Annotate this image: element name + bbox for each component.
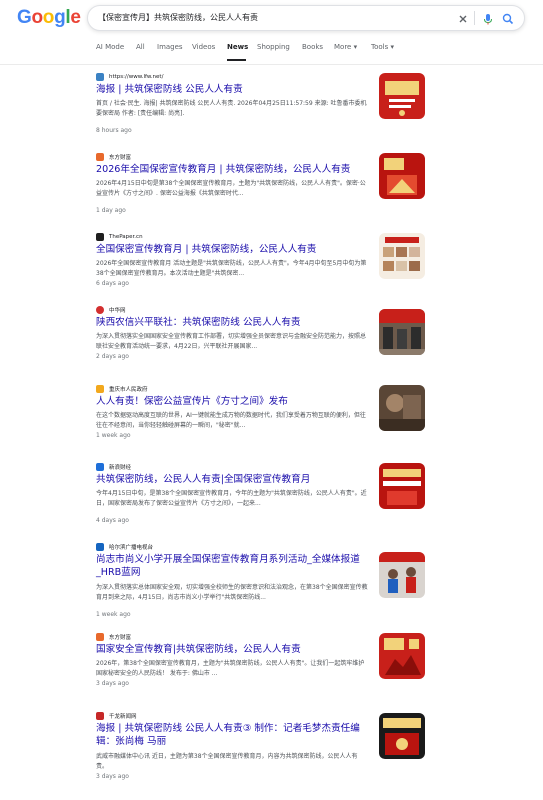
tab-shopping[interactable]: Shopping: [257, 43, 290, 51]
tab-all[interactable]: All: [136, 43, 145, 51]
tab-ai-mode[interactable]: AI Mode: [96, 43, 124, 51]
search-tabs: AI Mode All Images Videos News Shopping …: [0, 40, 543, 64]
result-title[interactable]: 全国保密宣传教育月 | 共筑保密防线，公民人人有责: [96, 243, 368, 256]
result-snippet: 2026年4月15日中旬是第38个全国保密宣传教育月，主题为"共筑保密防线，公民…: [96, 180, 366, 197]
result-age: 2 days ago: [96, 353, 129, 360]
result-thumbnail[interactable]: [379, 713, 425, 759]
result-title[interactable]: 共筑保密防线，公民人人有责|全国保密宣传教育月: [96, 473, 368, 486]
result-snippet: 2026年全国保密宣传教育月 活动主题是"共筑保密防线，公民人人有责"。今年4月…: [96, 260, 367, 277]
result-thumbnail[interactable]: [379, 73, 425, 119]
result-source[interactable]: 新浪财经: [96, 462, 131, 472]
site-favicon-icon: [96, 633, 104, 641]
tab-more[interactable]: More ▾: [334, 43, 357, 51]
result-age: 3 days ago: [96, 773, 129, 780]
result-title[interactable]: 陕西农信兴平联社：共筑保密防线 公民人人有责: [96, 316, 368, 329]
result-age: 1 week ago: [96, 611, 131, 618]
result-title[interactable]: 海报 | 共筑保密防线 公民人人有责③ 制作：记者毛梦杰责任编辑：张尚梅 马丽: [96, 722, 368, 748]
google-logo[interactable]: Google: [17, 7, 81, 29]
result-age: 8 hours ago: [96, 127, 132, 134]
result-thumbnail[interactable]: [379, 633, 425, 679]
result-snippet: 为深入贯彻落实总体国家安全观，切实增强全校师生的保密意识和法治观念，在第38个全…: [96, 584, 368, 601]
site-favicon-icon: [96, 233, 104, 241]
result-snippet: 为深入贯彻落实全国国家安全宣传教育工作部署，切实增强全员保密意识与金融安全防范能…: [96, 333, 367, 350]
site-favicon-icon: [96, 543, 104, 551]
result-source[interactable]: 中华网: [96, 305, 126, 315]
result-source[interactable]: 哈尔滨广播电视台: [96, 542, 153, 552]
clear-icon[interactable]: [456, 11, 470, 25]
result-title[interactable]: 2026年全国保密宣传教育月 | 共筑保密防线，公民人人有责: [96, 163, 368, 176]
result-thumbnail[interactable]: [379, 233, 425, 279]
result-snippet: 今年4月15日中旬，是第38个全国保密宣传教育月，今年的主题为"共筑保密防线，公…: [96, 490, 367, 507]
result-snippet: 2026年，第38个全国保密宣传教育月，主题为"共筑保密防线，公民人人有责"。让…: [96, 660, 365, 677]
result-snippet: 武威市融媒体中心讯 近日，主题为第38个全国保密宣传教育月，内容为共筑保密防线，…: [96, 753, 358, 770]
result-age: 4 days ago: [96, 517, 129, 524]
result-thumbnail[interactable]: [379, 552, 425, 598]
result-title[interactable]: 人人有责！保密公益宣传片《方寸之间》发布: [96, 395, 368, 408]
result-source[interactable]: 东方财富: [96, 632, 131, 642]
site-favicon-icon: [96, 153, 104, 161]
result-age: 6 days ago: [96, 280, 129, 287]
result-age: 1 day ago: [96, 207, 126, 214]
search-divider: [474, 11, 475, 25]
result-thumbnail[interactable]: [379, 309, 425, 355]
result-age: 1 week ago: [96, 432, 131, 439]
microphone-icon[interactable]: [481, 11, 495, 25]
site-favicon-icon: [96, 385, 104, 393]
result-title[interactable]: 国家安全宣传教育|共筑保密防线，公民人人有责: [96, 643, 368, 656]
result-thumbnail[interactable]: [379, 385, 425, 431]
site-favicon-icon: [96, 73, 104, 81]
active-tab-indicator: [227, 59, 246, 61]
result-thumbnail[interactable]: [379, 153, 425, 199]
search-box[interactable]: 【保密宣传月】共筑保密防线，公民人人有责: [87, 5, 525, 31]
result-snippet: 在这个数据驱动高度互联的世界，AI一键就能生成万物的数据时代，我们享受着万物互联…: [96, 412, 366, 429]
result-title[interactable]: 海报 | 共筑保密防线 公民人人有责: [96, 83, 368, 96]
tab-videos[interactable]: Videos: [192, 43, 215, 51]
top-bar: Google 【保密宣传月】共筑保密防线，公民人人有责 AI Mode All …: [0, 0, 543, 65]
tab-news[interactable]: News: [227, 43, 248, 51]
search-icon[interactable]: [501, 11, 515, 25]
tab-books[interactable]: Books: [302, 43, 323, 51]
result-source[interactable]: 重庆市人民政府: [96, 384, 148, 394]
result-snippet: 首页 / 社会·民生. 海报| 共筑保密防线 公民人人有责. 2026年04月2…: [96, 100, 367, 117]
search-query[interactable]: 【保密宣传月】共筑保密防线，公民人人有责: [98, 12, 258, 23]
result-source[interactable]: 东方财富: [96, 152, 131, 162]
result-title[interactable]: 尚志市尚义小学开展全国保密宣传教育月系列活动_全媒体报道_HRB蓝网: [96, 553, 368, 579]
site-favicon-icon: [96, 306, 104, 314]
result-age: 3 days ago: [96, 680, 129, 687]
result-source[interactable]: ThePaper.cn: [96, 232, 143, 242]
tab-tools[interactable]: Tools ▾: [371, 43, 394, 51]
result-source[interactable]: https://www.lfw.net/: [96, 72, 163, 82]
tab-images[interactable]: Images: [157, 43, 183, 51]
result-thumbnail[interactable]: [379, 463, 425, 509]
site-favicon-icon: [96, 712, 104, 720]
result-source[interactable]: 千龙新闻网: [96, 711, 137, 721]
site-favicon-icon: [96, 463, 104, 471]
